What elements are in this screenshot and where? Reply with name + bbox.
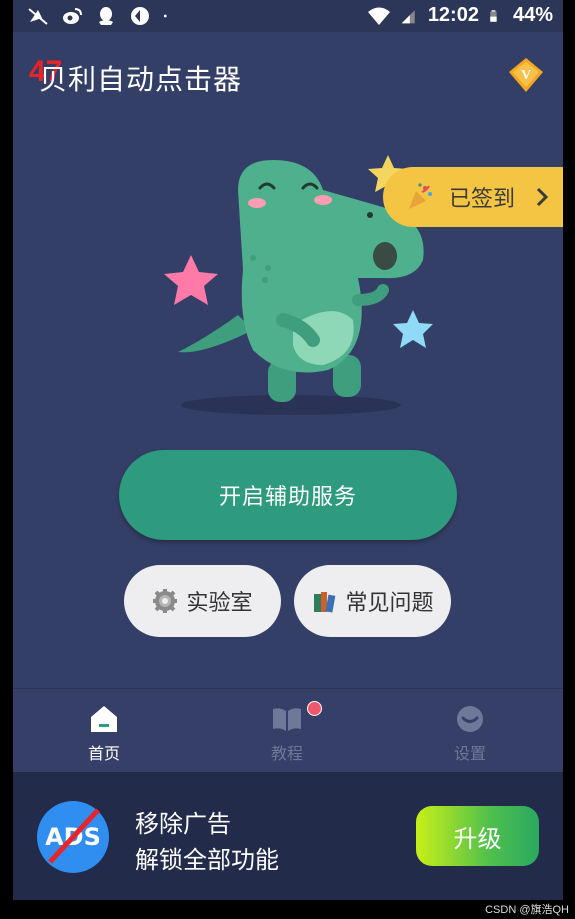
weibo-icon	[63, 8, 82, 24]
app-screen: 12:02 44% 47 贝利自动点击器 V 已签到 开启辅助服务 实验室 常见…	[13, 0, 563, 900]
lab-button-label: 实验室	[186, 591, 253, 616]
chevron-right-icon	[536, 187, 549, 207]
faq-button-label: 常见问题	[345, 591, 434, 616]
notification-dot	[307, 701, 322, 716]
watermark: CSDN @旗浩QH	[485, 904, 569, 916]
wifi-icon	[367, 7, 390, 25]
home-icon	[91, 706, 117, 732]
battery-icon	[490, 9, 497, 22]
party-popper-icon	[409, 183, 432, 209]
bottom-navigation: 首页 教程 设置	[13, 688, 563, 773]
remove-ads-banner: ADS 移除广告 解锁全部功能 升级	[13, 772, 563, 900]
ad-subtitle: 解锁全部功能	[135, 846, 279, 874]
no-ads-icon: ADS	[37, 801, 109, 873]
books-icon	[314, 592, 336, 613]
status-time: 12:02	[427, 4, 479, 26]
ad-title: 移除广告	[135, 810, 231, 838]
checkin-button[interactable]: 已签到	[383, 167, 563, 227]
faq-button[interactable]: 常见问题	[294, 565, 451, 637]
nav-item-settings[interactable]: 设置	[410, 689, 530, 773]
vip-diamond-icon[interactable]: V	[506, 56, 546, 94]
dot-icon	[163, 14, 167, 18]
status-bar: 12:02 44%	[13, 0, 563, 32]
nav-item-tutorial[interactable]: 教程	[227, 689, 347, 773]
svg-text:V: V	[521, 68, 531, 83]
start-accessibility-service-button[interactable]: 开启辅助服务	[119, 450, 457, 540]
signal-icon	[401, 9, 415, 23]
checkin-label: 已签到	[449, 187, 516, 212]
nav-label-tutorial: 教程	[270, 744, 303, 763]
sync-icon	[131, 7, 149, 25]
status-left-icons	[27, 6, 173, 26]
upgrade-button[interactable]: 升级	[416, 806, 539, 866]
lab-button[interactable]: 实验室	[124, 565, 281, 637]
app-title: 贝利自动点击器	[39, 63, 243, 96]
book-icon	[273, 708, 301, 731]
smile-icon	[457, 706, 483, 732]
gear-icon	[153, 589, 178, 613]
nav-label-home: 首页	[87, 744, 120, 763]
status-battery: 44%	[512, 4, 553, 26]
nav-label-settings: 设置	[453, 744, 486, 763]
mute-icon	[28, 8, 48, 25]
nav-item-home[interactable]: 首页	[44, 689, 164, 773]
qq-icon	[99, 7, 113, 25]
status-right: 12:02 44%	[367, 4, 553, 27]
